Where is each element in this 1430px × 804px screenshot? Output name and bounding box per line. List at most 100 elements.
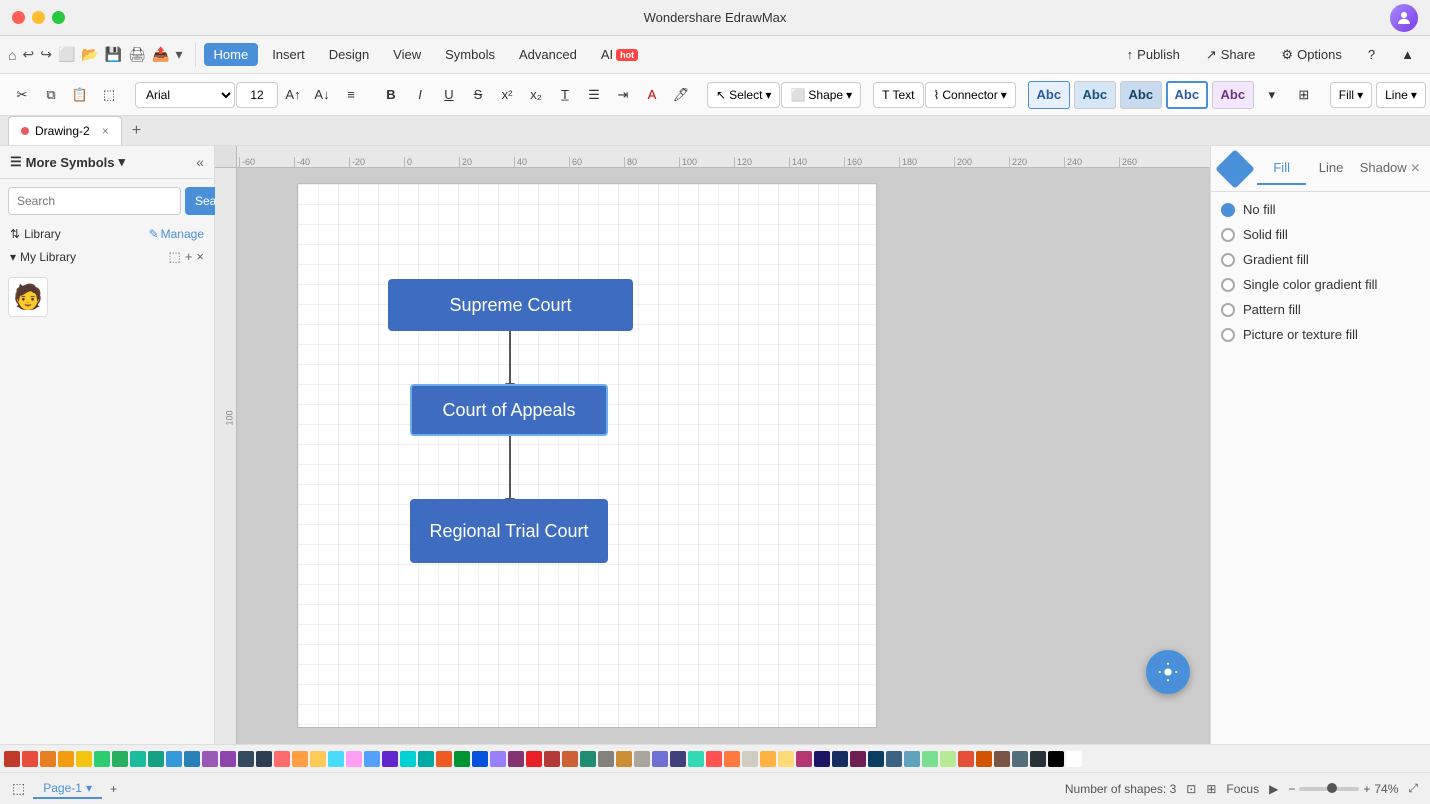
color-swatch[interactable] <box>706 751 722 767</box>
color-swatch[interactable] <box>94 751 110 767</box>
window-controls[interactable] <box>12 11 65 24</box>
color-swatch[interactable] <box>202 751 218 767</box>
color-swatch[interactable] <box>238 751 254 767</box>
color-swatch[interactable] <box>400 751 416 767</box>
drawing-tab[interactable]: Drawing-2 × <box>8 116 122 145</box>
text-style-button[interactable]: T̲ <box>551 81 579 109</box>
single-color-gradient-radio[interactable] <box>1221 278 1235 292</box>
page-view-icon[interactable]: ⬚ <box>12 780 25 797</box>
color-swatch[interactable] <box>346 751 362 767</box>
zoom-in-icon[interactable]: + <box>1363 782 1370 796</box>
color-swatch[interactable] <box>922 751 938 767</box>
color-swatch[interactable] <box>832 751 848 767</box>
color-swatch[interactable] <box>22 751 38 767</box>
menu-symbols[interactable]: Symbols <box>435 43 505 66</box>
paste-button[interactable]: 📋 <box>66 81 94 109</box>
print-icon[interactable]: 🖨 <box>128 46 146 63</box>
copy-button[interactable]: ⧉ <box>37 81 65 109</box>
format-paste-button[interactable]: ⬚ <box>95 81 123 109</box>
color-swatch[interactable] <box>940 751 956 767</box>
color-swatch[interactable] <box>544 751 560 767</box>
zoom-slider[interactable] <box>1299 787 1359 791</box>
add-tab-button[interactable]: + <box>124 116 149 145</box>
color-swatch[interactable] <box>166 751 182 767</box>
panel-close-button[interactable]: × <box>1411 160 1420 178</box>
color-swatch[interactable] <box>40 751 56 767</box>
canvas-area[interactable]: -60 -40 -20 0 20 40 60 80 100 120 140 16… <box>215 146 1210 744</box>
color-swatch[interactable] <box>652 751 668 767</box>
color-swatch[interactable] <box>310 751 326 767</box>
court-of-appeals-shape[interactable]: Court of Appeals <box>410 384 608 436</box>
color-swatch[interactable] <box>598 751 614 767</box>
undo-icon[interactable]: ↩ <box>22 46 34 63</box>
home-icon[interactable]: ⌂ <box>8 47 16 63</box>
font-increase-button[interactable]: A↑ <box>279 81 307 109</box>
font-size-input[interactable] <box>236 82 278 108</box>
italic-button[interactable]: I <box>406 81 434 109</box>
pattern-fill-option[interactable]: Pattern fill <box>1221 302 1420 317</box>
bold-button[interactable]: B <box>377 81 405 109</box>
color-swatch[interactable] <box>1030 751 1046 767</box>
solid-fill-option[interactable]: Solid fill <box>1221 227 1420 242</box>
color-swatch[interactable] <box>760 751 776 767</box>
subscript-button[interactable]: x₂ <box>522 81 550 109</box>
font-family-select[interactable]: Arial <box>135 82 235 108</box>
manage-button[interactable]: ✎ Manage <box>149 227 204 241</box>
color-swatch[interactable] <box>562 751 578 767</box>
menu-ai[interactable]: AI hot <box>591 43 648 66</box>
symbol-person[interactable]: 🧑 <box>8 277 48 317</box>
color-swatch[interactable] <box>112 751 128 767</box>
more-styles-button[interactable]: ▾ <box>1258 81 1286 109</box>
gradient-fill-radio[interactable] <box>1221 253 1235 267</box>
zoom-level[interactable]: 74% <box>1374 782 1398 796</box>
add-symbol-button[interactable]: + <box>185 249 193 265</box>
play-icon[interactable]: ▶ <box>1269 782 1278 796</box>
grid-icon[interactable]: ⊞ <box>1206 782 1216 796</box>
fill-dropdown[interactable]: Fill▾ <box>1330 82 1372 108</box>
user-avatar[interactable] <box>1390 4 1418 32</box>
color-swatch[interactable] <box>256 751 272 767</box>
collapse-button[interactable]: ▲ <box>1393 43 1422 66</box>
fit-page-icon[interactable]: ⊡ <box>1186 782 1196 796</box>
color-swatch[interactable] <box>688 751 704 767</box>
font-color-button[interactable]: A <box>638 81 666 109</box>
floppy-icon[interactable]: 💾 <box>105 46 122 63</box>
close-library-button[interactable]: × <box>196 249 204 265</box>
text-dropdown[interactable]: T Text <box>873 82 923 108</box>
publish-button[interactable]: ↑ Publish <box>1119 43 1188 66</box>
color-swatch[interactable] <box>418 751 434 767</box>
color-swatch[interactable] <box>364 751 380 767</box>
solid-fill-radio[interactable] <box>1221 228 1235 242</box>
gradient-fill-option[interactable]: Gradient fill <box>1221 252 1420 267</box>
add-page-button[interactable]: + <box>110 782 117 796</box>
menu-advanced[interactable]: Advanced <box>509 43 587 66</box>
collapse-icon[interactable]: ▾ <box>10 250 16 264</box>
expand-styles[interactable]: ⊞ <box>1290 81 1318 109</box>
export-icon[interactable]: 📤 <box>152 46 169 63</box>
zoom-control[interactable]: − + 74% <box>1288 782 1398 796</box>
focus-button[interactable]: Focus <box>1226 782 1259 796</box>
tab-close-icon[interactable]: × <box>102 124 109 138</box>
line-dropdown[interactable]: Line▾ <box>1376 82 1426 108</box>
more-icon[interactable]: ▾ <box>175 46 182 63</box>
color-swatch[interactable] <box>382 751 398 767</box>
pattern-fill-radio[interactable] <box>1221 303 1235 317</box>
color-swatch[interactable] <box>328 751 344 767</box>
shape-dropdown[interactable]: ⬜ Shape ▾ <box>781 82 861 108</box>
no-fill-radio[interactable] <box>1221 203 1235 217</box>
color-swatch[interactable] <box>526 751 542 767</box>
color-swatch[interactable] <box>868 751 884 767</box>
list-button[interactable]: ☰ <box>580 81 608 109</box>
color-swatch[interactable] <box>454 751 470 767</box>
style-preset-5[interactable]: Abc <box>1212 81 1254 109</box>
color-swatch[interactable] <box>886 751 902 767</box>
color-swatch[interactable] <box>904 751 920 767</box>
fullscreen-icon[interactable]: ⤢ <box>1408 781 1418 796</box>
help-button[interactable]: ? <box>1360 43 1383 66</box>
picture-fill-radio[interactable] <box>1221 328 1235 342</box>
sidebar-collapse-button[interactable]: « <box>196 154 204 170</box>
strikethrough-button[interactable]: S <box>464 81 492 109</box>
color-swatch[interactable] <box>778 751 794 767</box>
ai-chat-button[interactable] <box>1146 650 1190 694</box>
color-swatch[interactable] <box>1012 751 1028 767</box>
